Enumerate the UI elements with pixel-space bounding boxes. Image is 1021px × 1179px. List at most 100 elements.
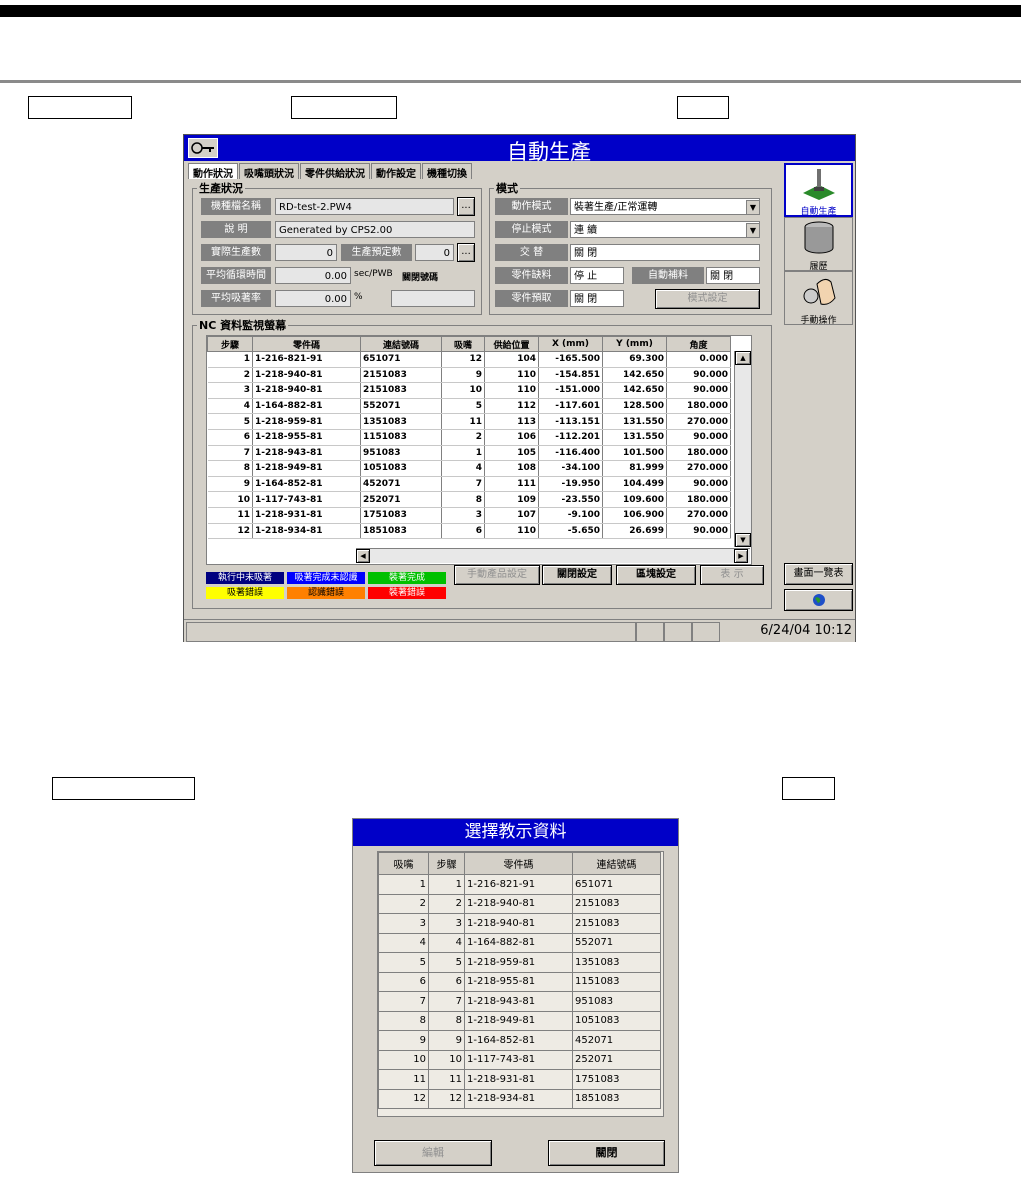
table-row[interactable]: 3 3 1-218-940-81 2151083 xyxy=(378,913,661,934)
table-row[interactable]: 5 5 1-218-959-81 1351083 xyxy=(378,952,661,973)
table-row[interactable]: 11 11 1-218-931-81 1751083 xyxy=(378,1069,661,1090)
table-row[interactable]: 8 1-218-949-81 1051083 4 108 -34.100 81.999 270… xyxy=(207,460,731,477)
table-row[interactable]: 2 1-218-940-81 2151083 9 110 -154.851 142.650 9… xyxy=(207,367,731,384)
table-cell: 90.000 xyxy=(666,367,731,384)
col-nozzle[interactable]: 吸嘴 xyxy=(441,336,485,352)
col-link-number[interactable]: 連結號碼 xyxy=(360,336,442,352)
table-row[interactable]: 4 4 1-164-882-81 552071 xyxy=(378,932,661,953)
table-cell: 105 xyxy=(484,445,539,462)
table-cell: 12 xyxy=(441,351,485,368)
auto-production-label: 自動生產 xyxy=(800,207,837,217)
table-cell: 1151083 xyxy=(360,429,442,446)
browse-button[interactable]: ... xyxy=(457,197,475,216)
table-row[interactable]: 9 1-164-852-81 452071 7 111 -19.950 104.499 90.… xyxy=(207,476,731,493)
chevron-down-icon[interactable]: ▼ xyxy=(746,200,760,215)
col-step[interactable]: 步驟 xyxy=(428,852,465,875)
side-auto-production[interactable]: 自動生產 xyxy=(784,163,853,217)
table-cell: 252071 xyxy=(360,491,442,508)
table-row[interactable]: 12 12 1-218-934-81 1851083 xyxy=(378,1088,661,1109)
col-part-code[interactable]: 零件碼 xyxy=(464,852,573,875)
col-angle[interactable]: 角度 xyxy=(666,336,731,352)
scroll-up-icon[interactable]: ▲ xyxy=(735,351,751,365)
table-row[interactable]: 11 1-218-931-81 1751083 3 107 -9.100 106.900 27… xyxy=(207,507,731,524)
status-cell xyxy=(636,622,664,642)
chevron-down-icon[interactable]: ▼ xyxy=(746,223,760,238)
key-icon[interactable] xyxy=(188,138,218,158)
close-setting-button[interactable]: 關閉設定 xyxy=(542,565,612,585)
scroll-down-icon[interactable]: ▼ xyxy=(735,533,751,547)
side-manual-operation[interactable]: 手動操作 xyxy=(784,271,853,326)
manual-product-setting-button[interactable]: 手動產品設定 xyxy=(454,565,540,585)
scroll-right-icon[interactable]: ▶ xyxy=(734,549,748,563)
tab-nozzle-status[interactable]: 吸嘴頭狀況 xyxy=(239,163,299,180)
table-cell: 142.650 xyxy=(602,367,667,384)
parts-shortage-label: 零件缺料 xyxy=(495,267,568,284)
mode-setting-button[interactable]: 模式設定 xyxy=(655,289,760,309)
table-row[interactable]: 1 1-216-821-91 651071 12 104 -165.500 69.300 0.… xyxy=(207,351,731,368)
table-row[interactable]: 3 1-218-940-81 2151083 10 110 -151.000 142.650… xyxy=(207,382,731,399)
table-cell: 1-164-852-81 xyxy=(464,1030,573,1051)
close-button[interactable]: 關閉 xyxy=(548,1140,665,1166)
exchange-field: 關 閉 xyxy=(570,244,760,261)
table-row[interactable]: 10 10 1-117-743-81 252071 xyxy=(378,1049,661,1070)
table-row[interactable]: 6 6 1-218-955-81 1151083 xyxy=(378,971,661,992)
table-cell: 1-218-940-81 xyxy=(252,367,361,384)
col-y[interactable]: Y (mm) xyxy=(602,336,667,352)
table-row[interactable]: 9 9 1-164-852-81 452071 xyxy=(378,1030,661,1051)
vertical-scrollbar[interactable]: ▲ ▼ xyxy=(734,351,751,547)
cycle-time-unit: sec/PWB xyxy=(354,269,393,279)
table-cell: -9.100 xyxy=(538,507,603,524)
edit-button[interactable]: 編輯 xyxy=(374,1140,492,1166)
action-mode-select[interactable]: 裝著生產/正常運轉 xyxy=(570,198,760,215)
side-history[interactable]: 履歷 xyxy=(784,217,853,272)
table-cell: 110 xyxy=(484,523,539,540)
table-cell: 951083 xyxy=(572,991,661,1012)
table-row[interactable]: 7 7 1-218-943-81 951083 xyxy=(378,991,661,1012)
table-row[interactable]: 5 1-218-959-81 1351083 11 113 -113.151 131.550… xyxy=(207,413,731,430)
table-cell: 110 xyxy=(484,382,539,399)
table-cell: 1851083 xyxy=(360,523,442,540)
table-cell: 1-218-931-81 xyxy=(252,507,361,524)
table-row[interactable]: 7 1-218-943-81 951083 1 105 -116.400 101.500 18… xyxy=(207,445,731,462)
screen-list-button[interactable]: 畫面一覽表 xyxy=(784,563,853,585)
table-cell: -5.650 xyxy=(538,523,603,540)
table-row[interactable]: 4 1-164-882-81 552071 5 112 -117.601 128.500 18… xyxy=(207,398,731,415)
table-cell: 1751083 xyxy=(572,1069,661,1090)
scroll-left-icon[interactable]: ◀ xyxy=(356,549,370,563)
col-nozzle[interactable]: 吸嘴 xyxy=(378,852,429,875)
machine-name-field: RD-test-2.PW4 xyxy=(275,198,454,215)
table-cell: 9 xyxy=(378,1030,429,1051)
tab-action-settings[interactable]: 動作設定 xyxy=(371,163,421,180)
horizontal-scrollbar[interactable]: ◀ ▶ xyxy=(356,548,750,563)
col-part-code[interactable]: 零件碼 xyxy=(252,336,361,352)
auto-supply-field: 關 閉 xyxy=(706,267,760,284)
table-cell: -112.201 xyxy=(538,429,603,446)
stop-mode-value: 連 續 xyxy=(574,225,598,236)
table-row[interactable]: 10 1-117-743-81 252071 8 109 -23.550 109.600 18… xyxy=(207,491,731,508)
table-cell: 10 xyxy=(428,1049,465,1070)
table-cell: 1-218-934-81 xyxy=(464,1088,573,1109)
tab-operation-status[interactable]: 動作狀況 xyxy=(188,163,238,180)
col-feed-position[interactable]: 供給位置 xyxy=(484,336,539,352)
table-row[interactable]: 12 1-218-934-81 1851083 6 110 -5.650 26.699 90.… xyxy=(207,523,731,540)
col-step[interactable]: 步驟 xyxy=(207,336,253,352)
display-button[interactable]: 表 示 xyxy=(700,565,764,585)
side-panel: 自動生產 履歷 手動操作 畫面一覽表 xyxy=(784,163,855,611)
blank-field xyxy=(391,290,475,307)
table-cell: 1-218-931-81 xyxy=(464,1069,573,1090)
tab-model-switch[interactable]: 機種切換 xyxy=(422,163,472,180)
table-cell: 270.000 xyxy=(666,460,731,477)
block-setting-button[interactable]: 區塊設定 xyxy=(616,565,696,585)
planned-count-browse-button[interactable]: ... xyxy=(457,243,475,262)
table-row[interactable]: 1 1 1-216-821-91 651071 xyxy=(378,874,661,895)
table-row[interactable]: 8 8 1-218-949-81 1051083 xyxy=(378,1010,661,1031)
col-link-number[interactable]: 連結號碼 xyxy=(572,852,661,875)
table-row[interactable]: 2 2 1-218-940-81 2151083 xyxy=(378,893,661,914)
hand-wrench-icon xyxy=(803,278,836,305)
tab-parts-supply[interactable]: 零件供給狀況 xyxy=(300,163,370,180)
table-row[interactable]: 6 1-218-955-81 1151083 2 106 -112.201 131.550 9… xyxy=(207,429,731,446)
globe-button[interactable] xyxy=(784,589,853,611)
col-x[interactable]: X (mm) xyxy=(538,336,603,352)
table-cell: 452071 xyxy=(360,476,442,493)
stop-mode-select[interactable]: 連 續 xyxy=(570,221,760,238)
